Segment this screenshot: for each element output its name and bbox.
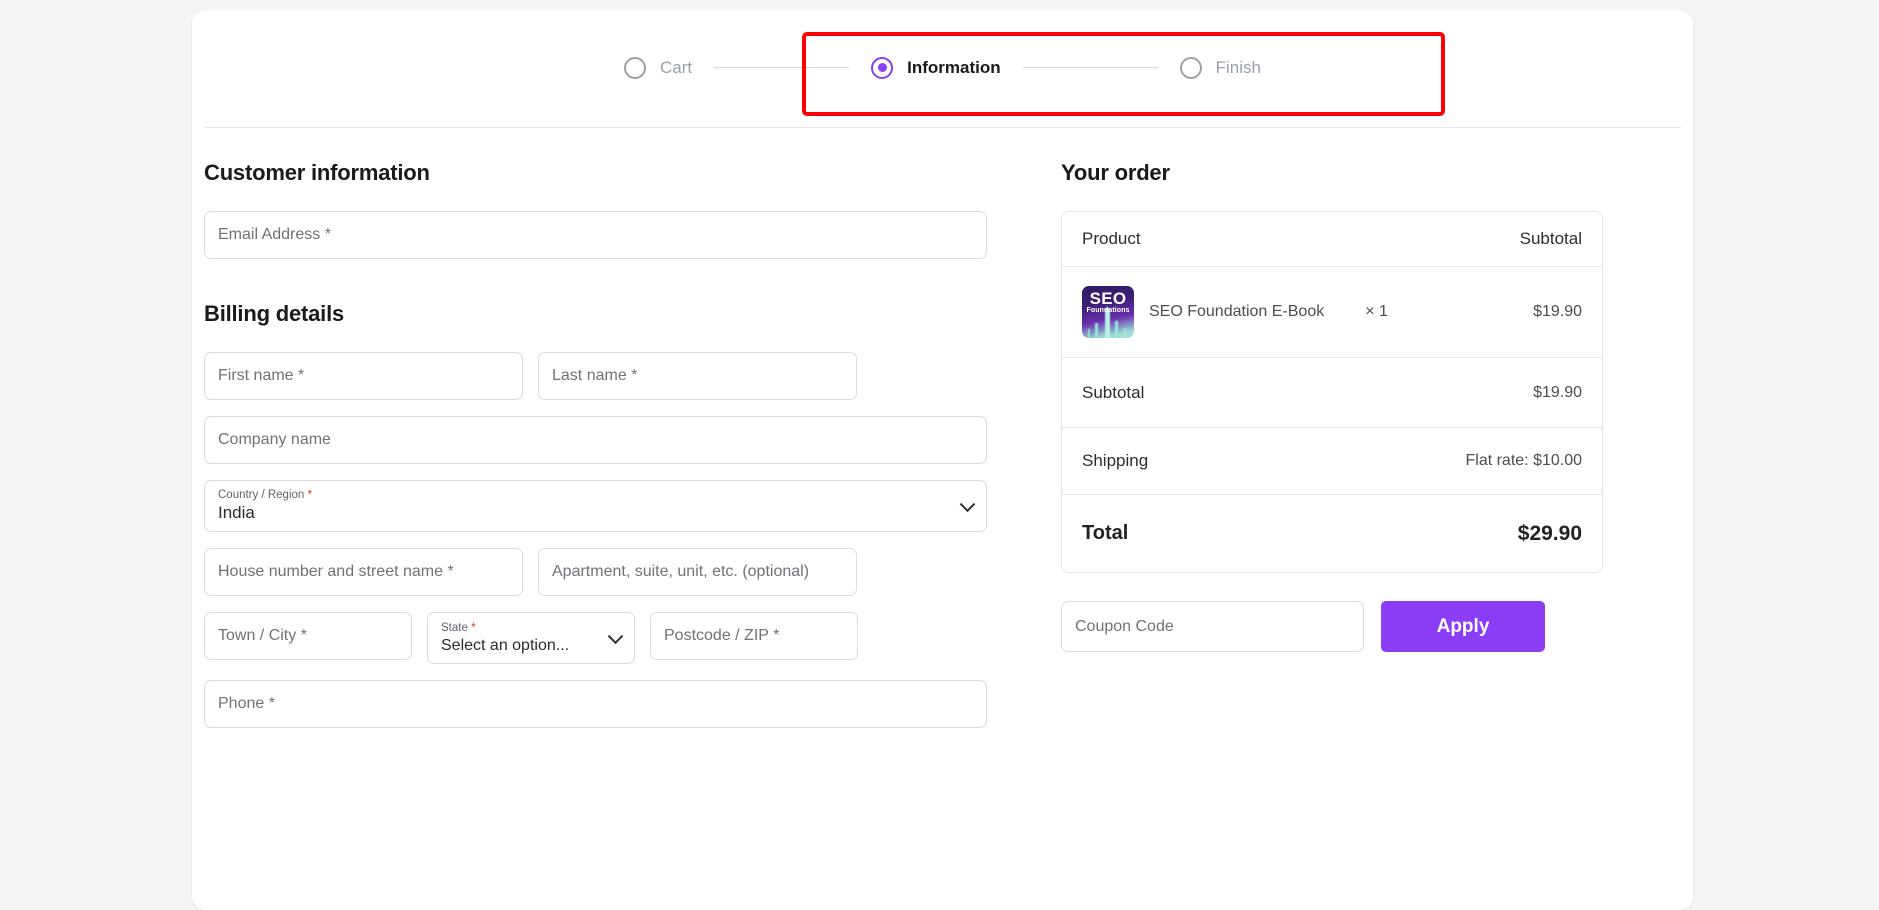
product-line-price: $19.90 — [1533, 303, 1582, 321]
order-summary-column: Your order Product Subtotal SEO Foundati… — [1061, 160, 1603, 744]
billing-details-title: Billing details — [204, 301, 987, 327]
step-information[interactable]: Information — [871, 57, 1001, 79]
product-thumbnail-image: SEO Foundations — [1082, 286, 1134, 338]
product-quantity: × 1 — [1365, 303, 1388, 321]
phone-placeholder: Phone * — [218, 695, 275, 713]
order-total-row: Total $29.90 — [1062, 495, 1602, 572]
step-cart[interactable]: Cart — [624, 57, 692, 79]
column-header-subtotal: Subtotal — [1520, 229, 1582, 249]
coupon-code-input[interactable]: Coupon Code — [1061, 601, 1364, 652]
shipping-label: Shipping — [1082, 451, 1148, 471]
total-value: $29.90 — [1518, 522, 1582, 546]
step-cart-label: Cart — [660, 58, 692, 78]
address-line-2-field[interactable]: Apartment, suite, unit, etc. (optional) — [538, 548, 857, 596]
step-information-radio-icon[interactable] — [871, 57, 893, 79]
chevron-down-icon[interactable] — [608, 629, 624, 645]
thumbnail-title-text: SEO — [1082, 290, 1134, 307]
country-region-label: Country / Region * — [218, 488, 312, 502]
order-table-header: Product Subtotal — [1062, 212, 1602, 267]
last-name-placeholder: Last name * — [552, 367, 637, 385]
last-name-field[interactable]: Last name * — [538, 352, 857, 400]
postcode-field[interactable]: Postcode / ZIP * — [650, 612, 858, 660]
header-divider — [204, 127, 1681, 128]
postcode-placeholder: Postcode / ZIP * — [664, 627, 779, 645]
company-name-field[interactable]: Company name — [204, 416, 987, 464]
step-finish-radio-icon[interactable] — [1180, 57, 1202, 79]
order-subtotal-row: Subtotal $19.90 — [1062, 358, 1602, 428]
your-order-title: Your order — [1061, 160, 1603, 186]
company-name-placeholder: Company name — [218, 431, 331, 449]
city-field[interactable]: Town / City * — [204, 612, 412, 660]
step-connector-1 — [714, 67, 849, 68]
coupon-section: Coupon Code Apply — [1061, 601, 1603, 652]
subtotal-label: Subtotal — [1082, 383, 1144, 403]
coupon-code-placeholder: Coupon Code — [1075, 618, 1174, 636]
billing-form-column: Customer information Email Address * Bil… — [204, 160, 987, 744]
step-connector-2 — [1023, 67, 1158, 68]
step-finish[interactable]: Finish — [1180, 57, 1261, 79]
customer-information-title: Customer information — [204, 160, 987, 186]
thumbnail-subtitle-text: Foundations — [1082, 307, 1134, 314]
state-label: State * — [441, 621, 476, 635]
state-select[interactable]: State * Select an option... — [427, 612, 635, 664]
address-line-1-field[interactable]: House number and street name * — [204, 548, 523, 596]
product-name: SEO Foundation E-Book — [1149, 303, 1324, 321]
email-field[interactable]: Email Address * — [204, 211, 987, 259]
country-region-value: India — [218, 503, 255, 523]
email-placeholder: Email Address * — [218, 226, 331, 244]
address-line-1-placeholder: House number and street name * — [218, 563, 454, 581]
order-shipping-row: Shipping Flat rate: $10.00 — [1062, 428, 1602, 495]
first-name-placeholder: First name * — [218, 367, 304, 385]
country-region-select[interactable]: Country / Region * India — [204, 480, 987, 532]
column-header-product: Product — [1082, 229, 1141, 249]
order-summary-table: Product Subtotal SEO Foundations SEO Fou… — [1061, 211, 1603, 573]
city-placeholder: Town / City * — [218, 627, 307, 645]
apply-coupon-button[interactable]: Apply — [1381, 601, 1545, 652]
order-line-item: SEO Foundations SEO Foundation E-Book × … — [1062, 267, 1602, 358]
step-finish-label: Finish — [1216, 58, 1261, 78]
state-value: Select an option... — [441, 636, 569, 655]
checkout-stepper: Cart Information Finish — [192, 10, 1693, 125]
step-information-label: Information — [907, 58, 1001, 78]
shipping-value: Flat rate: $10.00 — [1465, 452, 1582, 470]
total-label: Total — [1082, 522, 1128, 545]
country-required-asterisk: * — [308, 487, 313, 501]
address-line-2-placeholder: Apartment, suite, unit, etc. (optional) — [552, 563, 809, 581]
subtotal-value: $19.90 — [1533, 384, 1582, 402]
chevron-down-icon[interactable] — [960, 497, 976, 513]
checkout-card: Cart Information Finish Customer informa… — [192, 10, 1693, 910]
phone-field[interactable]: Phone * — [204, 680, 987, 728]
first-name-field[interactable]: First name * — [204, 352, 523, 400]
step-cart-radio-icon[interactable] — [624, 57, 646, 79]
state-required-asterisk: * — [471, 620, 476, 634]
